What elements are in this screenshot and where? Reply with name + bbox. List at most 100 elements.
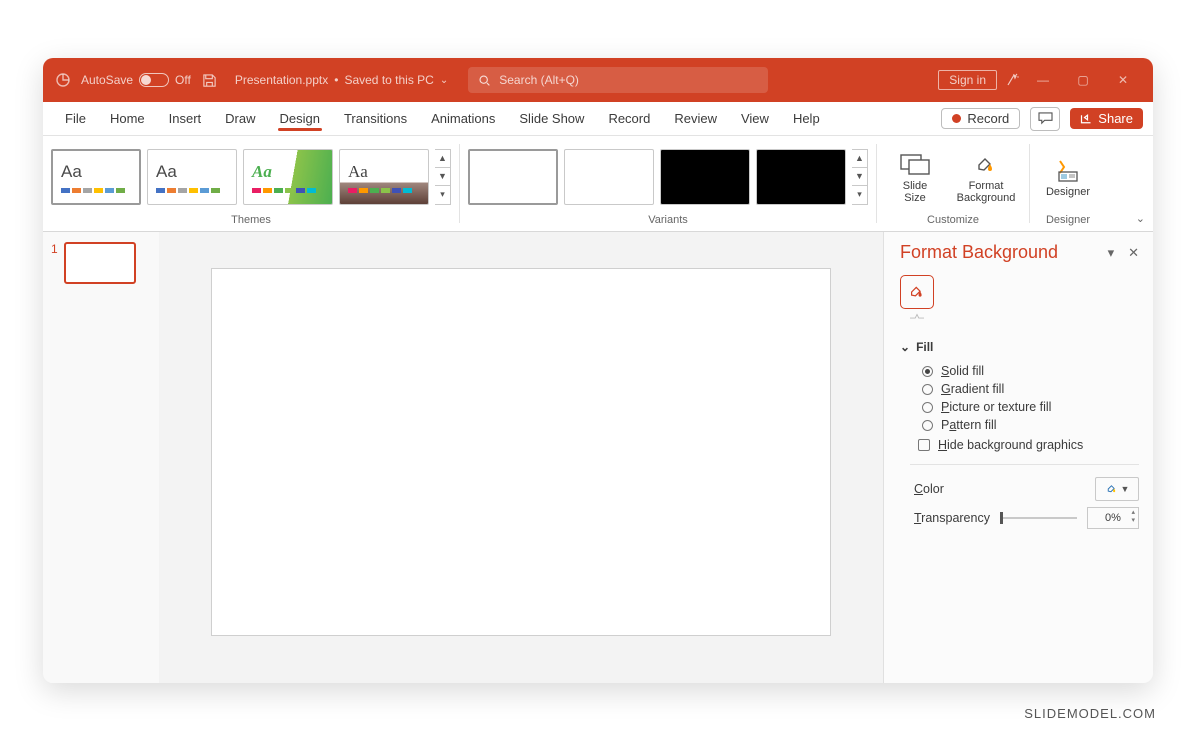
radio-icon [922, 420, 933, 431]
tab-insert[interactable]: Insert [157, 102, 214, 135]
editor-canvas-area [159, 232, 883, 683]
slide-mini-preview[interactable] [64, 242, 136, 284]
share-button[interactable]: Share [1070, 108, 1143, 129]
tab-help[interactable]: Help [781, 102, 832, 135]
checkbox-icon [918, 439, 930, 451]
theme-option-4[interactable]: Aa [339, 149, 429, 205]
section-fill-label: Fill [916, 340, 933, 354]
radio-label: Gradient fill [941, 382, 1004, 396]
radio-solid-fill[interactable]: Solid fill [922, 364, 1139, 378]
watermark: SLIDEMODEL.COM [1024, 706, 1156, 721]
fill-tab-icon[interactable] [900, 275, 934, 309]
designer-label: Designer [1046, 186, 1090, 198]
sign-in-button[interactable]: Sign in [938, 70, 997, 90]
format-background-button[interactable]: Format Background [951, 150, 1021, 204]
radio-label: Picture or texture fill [941, 400, 1051, 414]
workspace: 1 Format Background ▾ ✕ ⌄ Fill [43, 232, 1153, 683]
theme-option-3[interactable]: Aa [243, 149, 333, 205]
divider [910, 464, 1139, 465]
radio-picture-fill[interactable]: Picture or texture fill [922, 400, 1139, 414]
ribbon-collapse-button[interactable]: ⌄ [1136, 212, 1145, 225]
tab-transitions[interactable]: Transitions [332, 102, 419, 135]
bullet: • [334, 73, 338, 87]
spinner-arrows-icon: ▴▾ [1131, 509, 1135, 525]
checkbox-hide-bg-graphics[interactable]: Hide background graphics [918, 438, 1139, 452]
window-close[interactable]: ✕ [1103, 73, 1143, 87]
tab-indicator [910, 313, 924, 323]
format-background-pane: Format Background ▾ ✕ ⌄ Fill Solid fill [883, 232, 1153, 683]
record-button[interactable]: Record [941, 108, 1020, 129]
powerpoint-icon [53, 70, 73, 90]
record-dot-icon [952, 114, 961, 123]
themes-more-button[interactable]: ▲▼▾ [435, 149, 451, 205]
variants-more-button[interactable]: ▲▼▾ [852, 149, 868, 205]
transparency-label: Transparency [914, 511, 990, 525]
fill-section-toggle[interactable]: ⌄ Fill [900, 340, 1139, 354]
search-placeholder: Search (Alt+Q) [499, 73, 579, 87]
tab-view[interactable]: View [729, 102, 781, 135]
dropdown-arrow-icon: ▼ [1121, 484, 1130, 494]
theme-option-1[interactable]: Aa [51, 149, 141, 205]
slide-thumbnail-panel[interactable]: 1 [43, 232, 159, 683]
group-themes: AaAaAaAa▲▼▾ Themes [43, 136, 459, 231]
radio-icon [922, 366, 933, 377]
variant-option-2[interactable] [564, 149, 654, 205]
document-name: Presentation.pptx [235, 73, 328, 87]
transparency-slider[interactable] [1000, 517, 1077, 519]
group-variants: ▲▼▾ Variants [460, 136, 876, 231]
ribbon-tabs: FileHomeInsertDrawDesignTransitionsAnima… [43, 102, 1153, 136]
window-maximize[interactable]: ▢ [1063, 73, 1103, 87]
radio-label: Pattern fill [941, 418, 997, 432]
fill-bucket-icon [1105, 482, 1119, 496]
slide-thumbnail-1[interactable]: 1 [51, 242, 151, 284]
group-designer: Designer Designer [1030, 136, 1106, 231]
document-status: Saved to this PC [344, 73, 433, 87]
tab-design[interactable]: Design [268, 102, 332, 135]
tab-home[interactable]: Home [98, 102, 157, 135]
variant-option-3[interactable] [660, 149, 750, 205]
variant-option-4[interactable] [756, 149, 846, 205]
group-customize: Slide Size Format Background Customize [877, 136, 1029, 231]
tab-record[interactable]: Record [596, 102, 662, 135]
group-label-customize: Customize [927, 211, 979, 229]
titlebar: AutoSave Off Presentation.pptx • Saved t… [43, 58, 1153, 102]
ribbon-design: AaAaAaAa▲▼▾ Themes ▲▼▾ Variants Slide Si… [43, 136, 1153, 232]
coming-soon-icon[interactable] [1003, 72, 1023, 88]
save-icon[interactable] [201, 71, 219, 89]
document-title[interactable]: Presentation.pptx • Saved to this PC ⌄ [235, 73, 448, 87]
tab-draw[interactable]: Draw [213, 102, 267, 135]
transparency-spinner[interactable]: 0% ▴▾ [1087, 507, 1139, 529]
slide-size-label: Slide Size [903, 180, 927, 204]
autosave-toggle[interactable]: AutoSave Off [81, 73, 191, 87]
color-control: Color ▼ [914, 477, 1139, 501]
color-label: Color [914, 482, 944, 496]
window-minimize[interactable]: — [1023, 73, 1063, 87]
slide-size-button[interactable]: Slide Size [885, 150, 945, 204]
variant-option-1[interactable] [468, 149, 558, 205]
color-picker-button[interactable]: ▼ [1095, 477, 1139, 501]
pane-options-button[interactable]: ▾ [1108, 245, 1115, 261]
comments-button[interactable] [1030, 107, 1060, 131]
slide-canvas[interactable] [211, 268, 831, 636]
transparency-control: Transparency 0% ▴▾ [914, 507, 1139, 529]
pane-close-button[interactable]: ✕ [1128, 245, 1139, 261]
tab-review[interactable]: Review [662, 102, 729, 135]
slide-number: 1 [51, 242, 58, 284]
chevron-down-icon: ⌄ [440, 75, 448, 86]
format-background-icon [973, 150, 999, 178]
toggle-switch[interactable] [139, 73, 169, 87]
search-icon [478, 74, 491, 87]
search-box[interactable]: Search (Alt+Q) [468, 67, 768, 93]
transparency-value: 0% [1105, 512, 1121, 524]
theme-option-2[interactable]: Aa [147, 149, 237, 205]
record-label: Record [967, 111, 1009, 126]
designer-button[interactable]: Designer [1038, 156, 1098, 198]
designer-icon [1056, 156, 1080, 184]
autosave-label: AutoSave [81, 73, 133, 87]
group-label-variants: Variants [648, 211, 688, 229]
radio-pattern-fill[interactable]: Pattern fill [922, 418, 1139, 432]
radio-gradient-fill[interactable]: Gradient fill [922, 382, 1139, 396]
tab-slide-show[interactable]: Slide Show [507, 102, 596, 135]
tab-animations[interactable]: Animations [419, 102, 507, 135]
tab-file[interactable]: File [53, 102, 98, 135]
